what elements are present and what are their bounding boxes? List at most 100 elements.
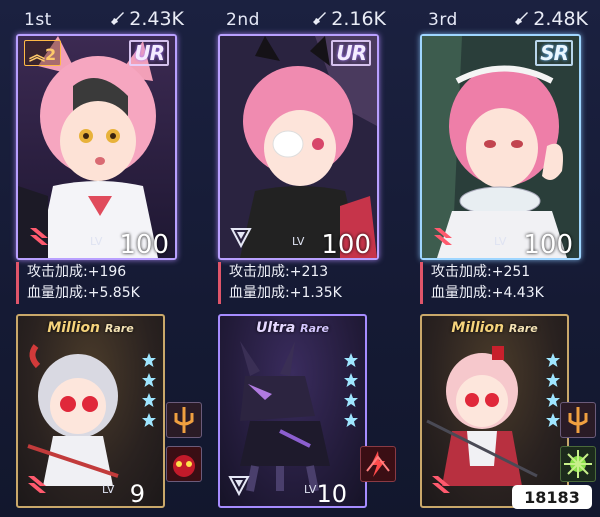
hp-bonus-label: 血量加成 xyxy=(27,285,83,301)
star-icon xyxy=(546,353,560,367)
site-logo: 18183 xyxy=(512,485,592,509)
pilot-card[interactable]: SR LV 100 xyxy=(420,34,581,260)
lightning-icon xyxy=(366,451,390,477)
unit-column-3: 3rd 2.48K SR LV 100 攻击加成:+251 血量加成:+4.43… xyxy=(410,0,600,517)
hp-bonus-label: 血量加成 xyxy=(229,285,285,301)
mech-rarity-word: Rare xyxy=(508,322,538,335)
burst-icon xyxy=(564,450,592,478)
power-value: 2.16K xyxy=(331,8,386,30)
atk-bonus-label: 攻击加成 xyxy=(431,264,487,280)
mech-rarity-tier: Million xyxy=(47,320,101,336)
promotion-level: 2 xyxy=(45,45,57,64)
level-label: LV xyxy=(90,235,103,248)
demon-face-icon xyxy=(173,455,195,477)
star-rating xyxy=(545,352,561,428)
star-icon xyxy=(142,413,156,427)
atk-bonus-value: +213 xyxy=(289,264,329,280)
level-value: 100 xyxy=(523,230,573,260)
rarity-badge: SR xyxy=(535,40,573,66)
sword-icon xyxy=(111,12,125,25)
skill-slot-2[interactable] xyxy=(560,446,596,482)
bonus-stats: 攻击加成:+196 血量加成:+5.85K xyxy=(16,262,140,304)
rank-label: 2nd xyxy=(226,10,260,30)
star-icon xyxy=(142,393,156,407)
unit-column-1: 1st 2.43K ︽2 UR LV 100 攻击加成:+196 血量加成:+5… xyxy=(6,0,202,517)
watermark-text: 18183 xyxy=(524,488,580,507)
pilot-portrait xyxy=(18,36,175,258)
mech-card[interactable]: Million Rare LV 9 xyxy=(16,314,165,508)
mech-portrait xyxy=(27,344,119,486)
mech-level-label: LV xyxy=(304,483,317,496)
mech-rarity-title: Million Rare xyxy=(422,320,567,336)
level-value: 100 xyxy=(119,230,169,260)
mech-portrait xyxy=(240,341,330,492)
rarity-badge: UR xyxy=(331,40,371,66)
rank-label: 1st xyxy=(24,10,52,30)
power-value: 2.43K xyxy=(129,8,184,30)
power-display: 2.43K xyxy=(109,8,184,30)
power-display: 2.48K xyxy=(513,8,588,30)
mech-rarity-word: Rare xyxy=(300,322,329,335)
star-icon xyxy=(142,373,156,387)
star-rating xyxy=(343,352,359,428)
mech-level-label: LV xyxy=(102,483,115,496)
pilot-card[interactable]: ︽2 UR LV 100 xyxy=(16,34,177,260)
hp-bonus-value: +5.85K xyxy=(87,285,140,301)
star-icon xyxy=(142,353,156,367)
bonus-stats: 攻击加成:+251 血量加成:+4.43K xyxy=(420,262,544,304)
star-icon xyxy=(344,393,358,407)
flame-trident-icon xyxy=(568,407,588,433)
skill-slot-2[interactable] xyxy=(166,446,202,482)
chevron-up-icon: ︽ xyxy=(29,45,46,64)
defender-role-icon xyxy=(230,228,252,248)
promotion-badge: ︽2 xyxy=(24,40,62,66)
flame-trident-icon xyxy=(174,407,194,433)
hp-bonus-value: +4.43K xyxy=(491,285,544,301)
atk-bonus-label: 攻击加成 xyxy=(229,264,285,280)
bonus-stats: 攻击加成:+213 血量加成:+1.35K xyxy=(218,262,342,304)
atk-bonus-label: 攻击加成 xyxy=(27,264,83,280)
star-icon xyxy=(344,353,358,367)
attacker-role-icon xyxy=(432,476,450,493)
mech-rarity-word: Rare xyxy=(104,322,134,335)
sword-icon xyxy=(313,12,327,25)
mech-rarity-tier: Million xyxy=(451,320,505,336)
sword-icon xyxy=(515,12,529,25)
pilot-portrait xyxy=(220,36,377,258)
pilot-card[interactable]: UR LV 100 xyxy=(218,34,379,260)
unit-column-2: 2nd 2.16K UR LV 100 攻击加成:+213 血量加成:+1.35… xyxy=(208,0,398,517)
mech-rarity-title: Ultra Rare xyxy=(220,320,365,336)
attacker-role-icon xyxy=(30,228,48,245)
mech-rarity-title: Million Rare xyxy=(18,320,163,336)
pilot-portrait xyxy=(422,36,579,258)
level-label: LV xyxy=(292,235,305,248)
mech-portrait xyxy=(426,346,538,486)
attacker-role-icon xyxy=(28,476,46,493)
skill-slot-1[interactable] xyxy=(560,402,596,438)
star-icon xyxy=(546,373,560,387)
atk-bonus-value: +251 xyxy=(491,264,531,280)
hp-bonus-label: 血量加成 xyxy=(431,285,487,301)
mech-rarity-tier: Ultra xyxy=(256,320,296,336)
mech-card[interactable]: Ultra Rare LV 10 xyxy=(218,314,367,508)
mech-card[interactable]: Million Rare xyxy=(420,314,569,508)
skill-slot-1[interactable] xyxy=(166,402,202,438)
mech-level-value: 9 xyxy=(129,480,145,508)
star-icon xyxy=(546,413,560,427)
rank-label: 3rd xyxy=(428,10,458,30)
star-icon xyxy=(344,413,358,427)
power-value: 2.48K xyxy=(533,8,588,30)
level-label: LV xyxy=(494,235,507,248)
hp-bonus-value: +1.35K xyxy=(289,285,342,301)
power-display: 2.16K xyxy=(311,8,386,30)
mech-level-value: 10 xyxy=(316,480,347,508)
defender-role-icon xyxy=(228,476,250,496)
atk-bonus-value: +196 xyxy=(87,264,127,280)
skill-slot-1[interactable] xyxy=(360,446,396,482)
star-icon xyxy=(546,393,560,407)
level-value: 100 xyxy=(321,230,371,260)
star-icon xyxy=(344,373,358,387)
star-rating xyxy=(141,352,157,428)
rarity-badge: UR xyxy=(129,40,169,66)
attacker-role-icon xyxy=(434,228,452,245)
